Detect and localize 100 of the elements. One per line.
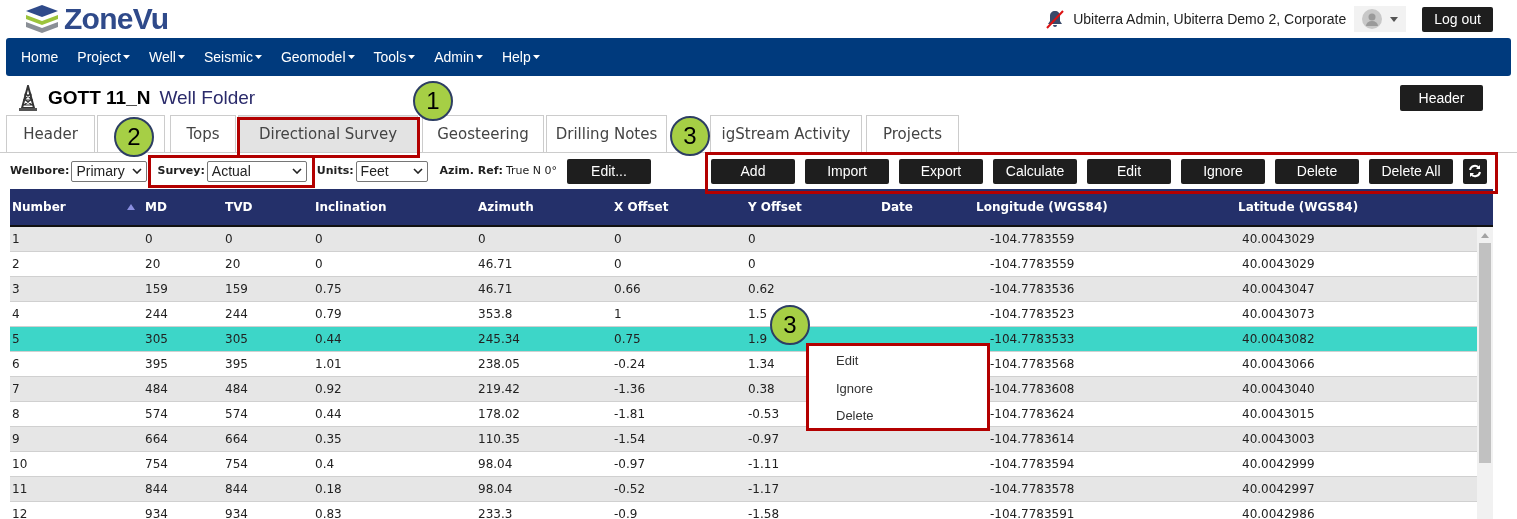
column-header[interactable]: Azimuth	[478, 198, 614, 216]
table-cell: 159	[225, 282, 248, 296]
caret-icon	[254, 55, 262, 59]
table-cell: 0.79	[315, 307, 342, 321]
table-cell: 0	[748, 257, 756, 271]
table-cell: 0.35	[315, 432, 342, 446]
toolbar-button[interactable]: Add	[711, 158, 795, 184]
toolbar-button[interactable]: Delete	[1275, 158, 1359, 184]
well-title: GOTT 11_N	[48, 85, 151, 110]
nav-item[interactable]: Admin	[434, 46, 483, 68]
context-menu-item[interactable]: Delete	[836, 406, 987, 426]
tab[interactable]: Geosteering	[422, 115, 544, 152]
table-cell: -0.97	[748, 432, 780, 446]
edit-survey-button[interactable]: Edit...	[567, 158, 651, 184]
table-cell: -104.7783568	[990, 357, 1075, 371]
table-cell: -0.24	[614, 357, 646, 371]
context-menu-item[interactable]: Edit	[836, 351, 987, 371]
nav-item[interactable]: Seismic	[203, 46, 262, 68]
table-cell: 574	[225, 407, 248, 421]
toolbar-button[interactable]: Ignore	[1181, 158, 1265, 184]
logout-button[interactable]: Log out	[1422, 6, 1493, 32]
table-cell: -0.9	[614, 507, 638, 519]
scrollbar[interactable]	[1477, 227, 1493, 519]
table-cell: 0	[614, 257, 622, 271]
column-header[interactable]: Date	[881, 198, 976, 216]
table-cell: 305	[225, 332, 248, 346]
table-cell: 0	[748, 232, 756, 246]
table-cell: 934	[145, 507, 168, 519]
table-cell: 0	[225, 232, 233, 246]
tab[interactable]: igStream Activity	[710, 115, 862, 152]
dropdown[interactable]: Actual	[206, 160, 307, 182]
table-cell: 574	[145, 407, 168, 421]
context-menu-item[interactable]: Ignore	[836, 378, 987, 398]
table-cell: -104.7783591	[990, 507, 1075, 519]
table-cell: 395	[225, 357, 248, 371]
muted-bell-icon	[1045, 9, 1066, 29]
tab[interactable]: Tops	[170, 115, 236, 152]
avatar-icon	[1362, 9, 1383, 29]
column-header[interactable]: Longitude (WGS84)	[976, 198, 1238, 216]
table-cell: 40.0043066	[1242, 357, 1315, 371]
toolbar-button[interactable]: Export	[899, 158, 983, 184]
table-row[interactable]: 1 0 0 0 0 0 0 -104.7783559 40.0043029	[10, 227, 1477, 252]
tab[interactable]: Projects	[866, 115, 959, 152]
table-cell: 110.35	[478, 432, 520, 446]
table-cell: 0.66	[614, 282, 641, 296]
nav-item[interactable]: Well	[148, 46, 185, 68]
table-cell: 9	[12, 432, 20, 446]
toolbar-button[interactable]: Import	[805, 158, 889, 184]
caret-icon	[532, 55, 540, 59]
sort-ascending-icon	[127, 204, 135, 210]
table-cell: 6	[12, 357, 20, 371]
avatar-menu[interactable]	[1354, 6, 1407, 32]
azimuth-reference-label: Azim. Ref:	[439, 162, 503, 179]
page-subtitle: Well Folder	[159, 85, 256, 110]
table-cell: 178.02	[478, 407, 520, 421]
tab[interactable]: Drilling Notes	[546, 115, 667, 152]
refresh-button[interactable]	[1463, 158, 1487, 184]
table-cell: -104.7783536	[990, 282, 1075, 296]
table-cell: 0.38	[748, 382, 775, 396]
nav-item[interactable]: Project	[77, 46, 130, 68]
header-button[interactable]: Header	[1400, 85, 1483, 111]
table-cell: 20	[225, 257, 241, 271]
table-cell: 484	[225, 382, 248, 396]
dropdown[interactable]: Feet	[355, 160, 428, 182]
column-header[interactable]: TVD	[225, 198, 315, 216]
column-header[interactable]: Number	[10, 198, 145, 216]
units-label: Units:	[316, 162, 354, 179]
column-header[interactable]: Inclination	[315, 198, 478, 216]
nav-item[interactable]: Geomodel	[280, 46, 355, 68]
nav-item[interactable]: Home	[21, 46, 59, 68]
table-cell: 305	[145, 332, 168, 346]
nav-item[interactable]: Tools	[373, 46, 416, 68]
table-row[interactable]: 9 664 664 0.35 110.35 -1.54 -0.97 -104.7783614 40.0043003	[10, 427, 1477, 452]
table-row[interactable]: 3 159 159 0.75 46.71 0.66 0.62 -104.7783536 40.0043047	[10, 277, 1477, 302]
nav-item[interactable]: Help	[501, 46, 540, 68]
table-cell: 40.0043082	[1242, 332, 1315, 346]
table-cell: 1.5	[748, 307, 768, 321]
scrollbar-thumb[interactable]	[1479, 243, 1491, 463]
column-header[interactable]: X Offset	[614, 198, 748, 216]
dropdown[interactable]: Primary	[71, 160, 148, 182]
logo-icon	[24, 3, 60, 35]
table-cell: 844	[225, 482, 248, 496]
table-cell: 40.0043015	[1242, 407, 1315, 421]
toolbar-button[interactable]: Delete All	[1369, 158, 1453, 184]
table-cell: 40.0043029	[1242, 257, 1315, 271]
column-header[interactable]: MD	[145, 198, 225, 216]
table-cell: -104.7783624	[990, 407, 1075, 421]
table-cell: 1	[12, 232, 20, 246]
tab[interactable]: Header	[6, 115, 95, 152]
azimuth-reference-value: True N 0°	[505, 162, 557, 179]
table-row[interactable]: 11 844 844 0.18 98.04 -0.52 -1.17 -104.7783578 40.0042997	[10, 477, 1477, 502]
table-cell: 8	[12, 407, 20, 421]
table-cell: 98.04	[478, 457, 513, 471]
logo-text: ZoneVu	[64, 4, 169, 34]
column-header[interactable]: Y Offset	[748, 198, 881, 216]
table-cell: 245.34	[478, 332, 520, 346]
toolbar-button[interactable]: Edit	[1087, 158, 1171, 184]
table-cell: -104.7783559	[990, 257, 1075, 271]
column-header[interactable]: Latitude (WGS84)	[1238, 198, 1477, 216]
toolbar-button[interactable]: Calculate	[993, 158, 1077, 184]
